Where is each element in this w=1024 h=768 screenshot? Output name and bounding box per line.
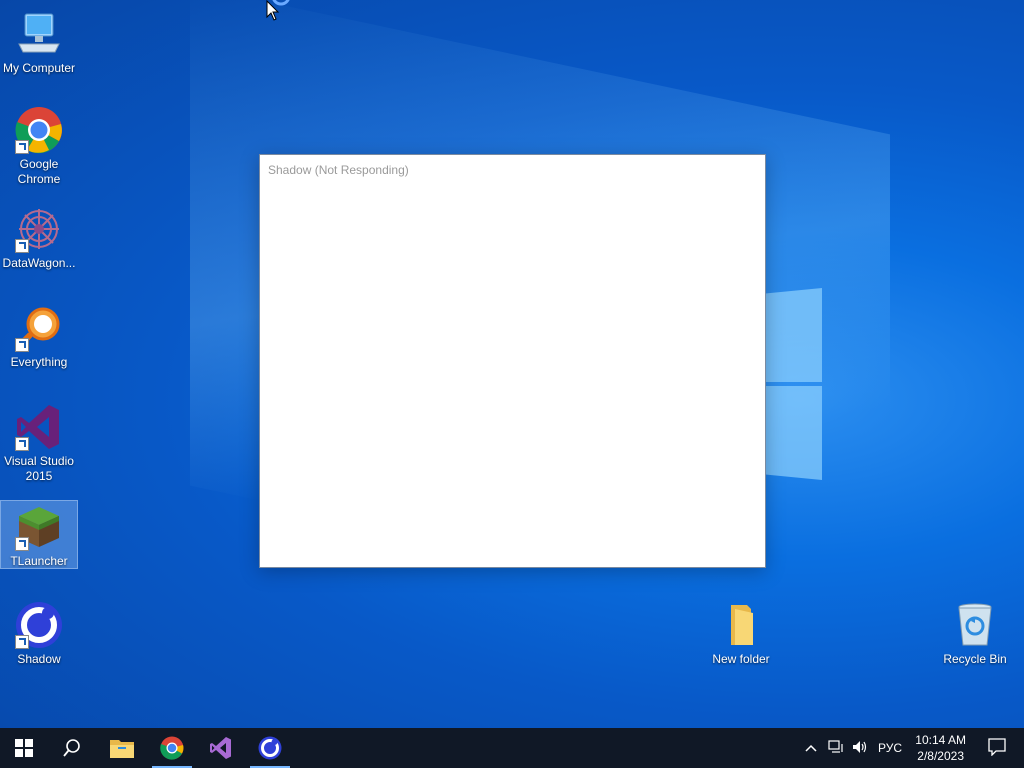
taskbar-shadow[interactable]	[246, 728, 294, 768]
desktop-icon-my-computer[interactable]: My Computer	[1, 10, 77, 76]
desktop-icon-label: TLauncher	[10, 554, 68, 568]
desktop-icon-new-folder[interactable]: New folder	[703, 601, 779, 667]
desktop-icon-everything[interactable]: Everything	[1, 304, 77, 370]
shortcut-arrow-icon	[15, 437, 29, 451]
desktop-icon-label: My Computer	[2, 61, 76, 75]
desktop-icon-label: Shadow	[17, 652, 61, 666]
clock-date: 2/8/2023	[917, 749, 964, 763]
everything-search-icon	[15, 304, 63, 352]
desktop-icon-label: New folder	[712, 652, 770, 666]
folder-icon	[717, 601, 765, 649]
shortcut-arrow-icon	[15, 635, 29, 649]
datawagon-icon	[15, 205, 63, 253]
taskbar-visual-studio[interactable]	[197, 728, 245, 768]
network-icon[interactable]	[828, 739, 844, 757]
clock-time: 10:14 AM	[915, 733, 966, 747]
input-language-indicator[interactable]: РУС	[878, 741, 902, 755]
file-explorer-icon	[110, 740, 134, 758]
desktop-icon-label: Google Chrome	[17, 157, 61, 186]
desktop-icon-label: Visual Studio 2015	[4, 454, 74, 483]
mouse-cursor-icon	[266, 0, 280, 26]
window-title: Shadow (Not Responding)	[268, 163, 409, 177]
desktop-icon-visual-studio-2015[interactable]: Visual Studio 2015	[1, 403, 77, 484]
desktop-icon-shadow[interactable]: Shadow	[1, 601, 77, 667]
windows-wallpaper-logo	[764, 288, 824, 480]
shadow-icon	[258, 736, 282, 760]
shortcut-arrow-icon	[15, 239, 29, 253]
app-window-shadow[interactable]: Shadow (Not Responding)	[259, 154, 766, 568]
chrome-icon	[15, 106, 63, 154]
shortcut-arrow-icon	[15, 338, 29, 352]
computer-icon	[15, 10, 63, 58]
desktop-icon-datawagon[interactable]: DataWagon...	[1, 205, 77, 271]
start-button[interactable]	[0, 728, 48, 768]
recycle-bin-icon	[951, 601, 999, 649]
start-icon	[15, 739, 33, 757]
shortcut-arrow-icon	[15, 537, 29, 551]
visual-studio-icon	[210, 737, 231, 759]
search-icon	[63, 739, 80, 757]
taskbar-clock[interactable]: 10:14 AM 2/8/2023	[915, 732, 966, 764]
desktop-icon-recycle-bin[interactable]: Recycle Bin	[937, 601, 1013, 667]
notification-icon	[988, 738, 1006, 757]
chrome-icon	[160, 736, 184, 760]
desktop: My Computer Google Chrome DataWagon... E…	[0, 0, 1024, 728]
search-button[interactable]	[48, 728, 96, 768]
system-tray: РУС	[804, 728, 902, 768]
taskbar-chrome[interactable]	[148, 728, 196, 768]
desktop-icon-google-chrome[interactable]: Google Chrome	[1, 106, 77, 187]
visual-studio-icon	[15, 403, 63, 451]
shadow-icon	[15, 601, 63, 649]
taskbar: РУС 10:14 AM 2/8/2023	[0, 728, 1024, 768]
desktop-icon-tlauncher[interactable]: TLauncher	[0, 500, 78, 569]
tlauncher-grass-block-icon	[15, 503, 63, 551]
show-hidden-icons-chevron-icon[interactable]	[804, 741, 818, 755]
taskbar-file-explorer[interactable]	[98, 728, 146, 768]
desktop-icon-label: Recycle Bin	[943, 652, 1007, 666]
desktop-icon-label: Everything	[10, 355, 68, 369]
volume-icon[interactable]	[852, 740, 868, 757]
desktop-icon-label: DataWagon...	[2, 256, 76, 270]
shortcut-arrow-icon	[15, 140, 29, 154]
action-center-button[interactable]	[988, 738, 1006, 761]
